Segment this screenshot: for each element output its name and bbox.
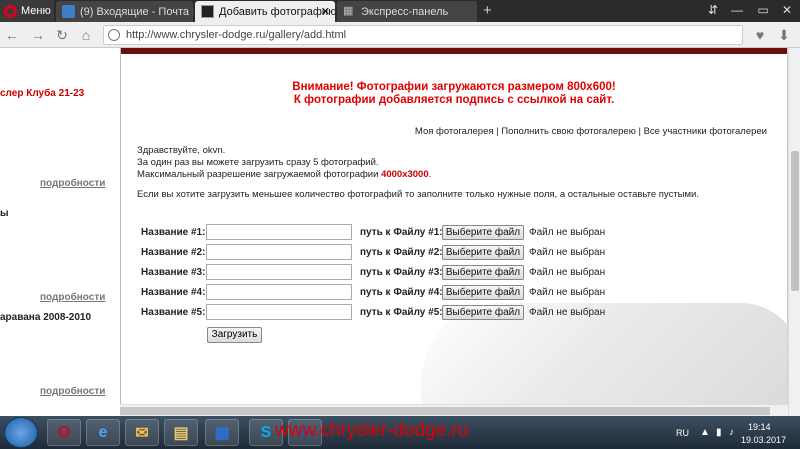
- horizontal-scrollbar[interactable]: [120, 404, 788, 416]
- sidebar-more-link[interactable]: подробности: [40, 292, 105, 303]
- reload-icon[interactable]: ↻: [54, 26, 70, 44]
- name-label: Название #2:: [141, 246, 206, 258]
- address-bar[interactable]: http://www.chrysler-dodge.ru/gallery/add…: [103, 25, 743, 45]
- download-icon[interactable]: ⬇: [776, 26, 792, 44]
- file-status: Файл не выбран: [529, 286, 606, 298]
- maximize-icon[interactable]: ▭: [750, 0, 776, 22]
- choose-file-button[interactable]: Выберите файл: [442, 304, 524, 320]
- sidebar-headline[interactable]: слер Клуба 21-23: [0, 88, 84, 99]
- minimize-icon[interactable]: —: [724, 0, 750, 22]
- close-tab-icon[interactable]: ✕: [321, 5, 330, 18]
- back-icon[interactable]: ←: [4, 26, 20, 44]
- mail-favicon-icon: [62, 5, 75, 18]
- site-watermark: www.chrysler-dodge.ru: [275, 420, 469, 441]
- file-path-label: путь к Файлу #1:: [360, 226, 443, 238]
- name-input[interactable]: [206, 264, 352, 280]
- greeting: Здравствуйте, okvn.: [137, 145, 226, 156]
- file-path-label: путь к Файлу #4:: [360, 286, 443, 298]
- left-sidebar: слер Клуба 21-23 подробности ы подробнос…: [0, 48, 105, 416]
- site-favicon-icon: [201, 5, 214, 18]
- upload-row-2: Название #2: путь к Файлу #2: Выберите ф…: [121, 242, 787, 262]
- name-label: Название #4:: [141, 286, 206, 298]
- tab-title: (9) Входящие - Почта Mail: [80, 5, 193, 18]
- tab-add-photo[interactable]: Добавить фотографию ✕: [195, 1, 335, 22]
- choose-file-button[interactable]: Выберите файл: [442, 244, 524, 260]
- opera-taskbar-icon[interactable]: O: [47, 419, 81, 446]
- upload-row-1: Название #1: путь к Файлу #1: Выберите ф…: [121, 222, 787, 242]
- tab-bar: Меню (9) Входящие - Почта Mail Добавить …: [0, 0, 800, 22]
- navigation-bar: ← → ↻ ⌂ http://www.chrysler-dodge.ru/gal…: [0, 22, 800, 48]
- ie-taskbar-icon[interactable]: e: [86, 419, 120, 446]
- gallery-links[interactable]: Моя фотогалерея | Пополнить свою фотогал…: [415, 126, 767, 137]
- tab-mail[interactable]: (9) Входящие - Почта Mail: [56, 1, 193, 22]
- calc-taskbar-icon[interactable]: ▦: [205, 419, 239, 446]
- name-label: Название #5:: [141, 306, 206, 318]
- max-res-prefix: Максимальный разрешение загружаемой фото…: [137, 169, 382, 180]
- file-status: Файл не выбран: [529, 266, 606, 278]
- file-path-label: путь к Файлу #3:: [360, 266, 443, 278]
- upload-row-5: Название #5: путь к Файлу #5: Выберите ф…: [121, 302, 787, 322]
- horizontal-scroll-thumb[interactable]: [120, 407, 770, 415]
- opera-logo-icon: [4, 4, 17, 18]
- tray-arrow-icon[interactable]: ▲: [700, 427, 710, 438]
- tab-title: Добавить фотографию: [219, 5, 335, 18]
- opera-menu-button[interactable]: Меню: [0, 0, 54, 22]
- max-resolution-text: Максимальный разрешение загружаемой фото…: [137, 169, 431, 181]
- file-status: Файл не выбран: [529, 226, 606, 238]
- choose-file-button[interactable]: Выберите файл: [442, 224, 524, 240]
- upload-note: Если вы хотите загрузить меньшее количес…: [137, 189, 699, 200]
- tab-title: Экспресс-панель: [361, 5, 449, 18]
- name-input[interactable]: [206, 304, 352, 320]
- tab-menu-icon[interactable]: ⇵: [700, 0, 726, 22]
- sidebar-text: ы: [0, 208, 9, 219]
- main-panel: Внимание! Фотографии загружаются размеро…: [120, 48, 800, 416]
- name-input[interactable]: [206, 244, 352, 260]
- url-text[interactable]: http://www.chrysler-dodge.ru/gallery/add…: [126, 29, 346, 41]
- forward-icon[interactable]: →: [30, 26, 46, 44]
- language-indicator[interactable]: RU: [676, 428, 689, 438]
- site-info-icon[interactable]: [108, 29, 120, 41]
- vertical-scroll-thumb[interactable]: [791, 151, 799, 291]
- file-status: Файл не выбран: [529, 246, 606, 258]
- name-label: Название #1:: [141, 226, 206, 238]
- name-label: Название #3:: [141, 266, 206, 278]
- upload-warning: Внимание! Фотографии загружаются размеро…: [121, 81, 787, 107]
- max-res-suffix: .: [428, 169, 432, 180]
- sidebar-text: аравана 2008-2010: [0, 312, 92, 323]
- home-icon[interactable]: ⌂: [78, 26, 94, 44]
- name-input[interactable]: [206, 284, 352, 300]
- speed-dial-icon: ▦: [343, 5, 354, 17]
- file-path-label: путь к Файлу #2:: [360, 246, 443, 258]
- warning-line-2: К фотографии добавляется подпись с ссылк…: [293, 94, 615, 106]
- bookmark-heart-icon[interactable]: ♥: [752, 26, 768, 44]
- upload-row-4: Название #4: путь к Файлу #4: Выберите ф…: [121, 282, 787, 302]
- explorer-taskbar-icon[interactable]: ▤: [164, 419, 198, 446]
- volume-icon[interactable]: ♪: [729, 427, 734, 438]
- upload-submit-button[interactable]: Загрузить: [207, 327, 262, 343]
- upload-row-3: Название #3: путь к Файлу #3: Выберите ф…: [121, 262, 787, 282]
- clock-time[interactable]: 19:14: [748, 422, 771, 432]
- clock-date[interactable]: 19.03.2017: [741, 435, 786, 445]
- sidebar-more-link[interactable]: подробности: [40, 178, 105, 189]
- file-status: Файл не выбран: [529, 306, 606, 318]
- close-window-icon[interactable]: ✕: [774, 0, 800, 22]
- page-viewport: слер Клуба 21-23 подробности ы подробнос…: [0, 48, 800, 416]
- choose-file-button[interactable]: Выберите файл: [442, 284, 524, 300]
- tab-speed-dial[interactable]: ▦ Экспресс-панель: [337, 1, 477, 22]
- choose-file-button[interactable]: Выберите файл: [442, 264, 524, 280]
- start-button[interactable]: [4, 417, 38, 448]
- sidebar-more-link[interactable]: подробности: [40, 386, 105, 397]
- vertical-scrollbar[interactable]: [788, 48, 800, 416]
- file-path-label: путь к Файлу #5:: [360, 306, 443, 318]
- warning-line-1: Внимание! Фотографии загружаются размеро…: [292, 81, 616, 93]
- new-tab-icon[interactable]: +: [483, 2, 492, 19]
- menu-label: Меню: [21, 5, 51, 17]
- upload-info: Здравствуйте, okvn. За один раз вы может…: [137, 145, 431, 181]
- outlook-taskbar-icon[interactable]: ✉: [125, 419, 159, 446]
- header-strip: [121, 48, 787, 54]
- name-input[interactable]: [206, 224, 352, 240]
- network-icon[interactable]: ▮: [716, 427, 722, 438]
- max-res-value: 4000x3000: [381, 169, 429, 180]
- limit-text: За один раз вы можете загрузить сразу 5 …: [137, 157, 379, 168]
